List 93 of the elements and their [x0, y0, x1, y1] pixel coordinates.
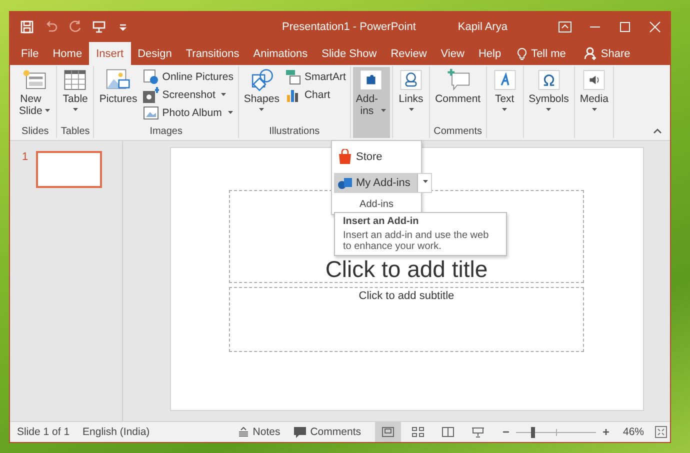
- speaker-icon: [581, 68, 608, 92]
- ribbon-tab[interactable]: Animations: [246, 42, 315, 65]
- tooltip-text: Insert an add-in and use the web to enhance your work.: [343, 230, 490, 252]
- picture-icon: [105, 68, 132, 92]
- window-title: Presentation1 - PowerPoint: [282, 21, 416, 33]
- ribbon-display-icon: [558, 21, 572, 33]
- language-button[interactable]: English (India): [82, 426, 150, 438]
- caret-icon: [258, 106, 266, 112]
- group-label: Illustrations: [268, 125, 321, 138]
- maximize-icon: [619, 21, 631, 33]
- notes-icon: [238, 427, 249, 437]
- media-button[interactable]: Media: [576, 67, 612, 138]
- comment-button[interactable]: Comment: [432, 67, 484, 125]
- shopping-bag-icon: [337, 149, 353, 165]
- group-label: Add-ins: [360, 199, 394, 210]
- close-icon: [649, 21, 661, 33]
- slide-number: 1: [22, 151, 28, 163]
- person-icon: [584, 47, 597, 60]
- ribbon-tab[interactable]: Home: [46, 42, 90, 65]
- caret-icon: [422, 178, 430, 184]
- links-button[interactable]: Links: [395, 67, 428, 138]
- my-add-ins-menu-item[interactable]: My Add-ins: [334, 173, 432, 193]
- group-label: Slides: [20, 125, 50, 138]
- shapes-button[interactable]: Shapes: [240, 67, 282, 125]
- ribbon-tab[interactable]: Slide Show: [314, 42, 384, 65]
- group-label: Images: [148, 125, 184, 138]
- ribbon-tab[interactable]: Transitions: [178, 42, 246, 65]
- ribbon-tab[interactable]: Help: [471, 42, 508, 65]
- store-menu-item[interactable]: Store: [334, 147, 386, 167]
- zoom-slider[interactable]: [516, 426, 596, 438]
- photo-album-button[interactable]: Photo Album: [141, 104, 236, 121]
- caret-icon: [501, 106, 508, 112]
- group-label: Comments: [432, 125, 483, 138]
- notes-button[interactable]: Notes: [238, 426, 280, 438]
- undo-icon: [44, 20, 58, 34]
- camera-icon: [143, 86, 160, 102]
- tooltip-title: Insert an Add-in: [343, 216, 420, 227]
- normal-view-icon: [380, 426, 395, 438]
- online-pictures-button[interactable]: Online Pictures: [141, 68, 236, 85]
- caret-icon: [72, 106, 79, 112]
- user-name: Kapil Arya: [458, 21, 508, 33]
- ribbon-tab[interactable]: Insert: [89, 42, 131, 65]
- pictures-button[interactable]: Pictures: [96, 67, 140, 125]
- tell-me-button[interactable]: Tell me: [510, 42, 573, 65]
- redo-icon: [68, 20, 82, 34]
- add-ins-button[interactable]: Add-ins: [352, 67, 390, 138]
- symbols-button[interactable]: Symbols: [526, 67, 572, 138]
- ribbon-tab[interactable]: View: [434, 42, 472, 65]
- slide-icon: [22, 68, 48, 92]
- book-icon: [440, 426, 455, 438]
- ribbon-tab[interactable]: Review: [384, 42, 434, 65]
- grid-icon: [410, 426, 425, 438]
- caret-icon: [545, 106, 552, 112]
- projector-icon: [470, 426, 485, 438]
- caret-icon: [220, 92, 228, 97]
- zoom-level[interactable]: 46%: [622, 426, 644, 438]
- text-icon: [492, 68, 518, 92]
- zoom-slider-thumb[interactable]: [530, 426, 535, 438]
- save-button[interactable]: [18, 18, 36, 36]
- normal-view-button[interactable]: [374, 422, 401, 442]
- ribbon-tab[interactable]: File: [14, 42, 46, 65]
- ribbon-tab[interactable]: Design: [130, 42, 179, 65]
- caret-icon: [44, 108, 52, 113]
- text-button[interactable]: Text: [488, 67, 521, 138]
- smartart-button[interactable]: SmartArt: [283, 68, 348, 85]
- caret-icon: [226, 110, 234, 115]
- omega-icon: [536, 68, 562, 92]
- online-picture-icon: [143, 68, 160, 84]
- chart-button[interactable]: Chart: [283, 86, 348, 103]
- slide-thumbnail[interactable]: [36, 151, 102, 188]
- table-icon: [62, 68, 88, 92]
- lightbulb-icon: [517, 47, 528, 60]
- fit-icon: [655, 426, 667, 438]
- share-button[interactable]: Share: [576, 42, 638, 65]
- table-button[interactable]: Table: [59, 67, 92, 125]
- photo-album-icon: [143, 104, 160, 120]
- comment-icon: [294, 426, 306, 438]
- slide-counter: Slide 1 of 1: [17, 426, 70, 438]
- comments-button[interactable]: Comments: [294, 426, 361, 438]
- subtitle-placeholder[interactable]: Click to add subtitle: [229, 287, 584, 352]
- caret-icon: [380, 108, 388, 113]
- screenshot-button[interactable]: Screenshot: [141, 86, 236, 103]
- projector-icon: [92, 20, 106, 34]
- fit-to-window-button[interactable]: [652, 426, 670, 438]
- new-slide-button[interactable]: New Slide: [16, 67, 54, 125]
- caret-icon: [590, 106, 598, 112]
- collapse-ribbon-icon[interactable]: [653, 128, 662, 134]
- plus-icon: [602, 428, 610, 436]
- smartart-icon: [285, 68, 302, 84]
- caret-icon: [408, 106, 415, 112]
- save-icon: [20, 20, 34, 34]
- comment-icon: [444, 68, 471, 92]
- group-label: Tables: [60, 125, 91, 138]
